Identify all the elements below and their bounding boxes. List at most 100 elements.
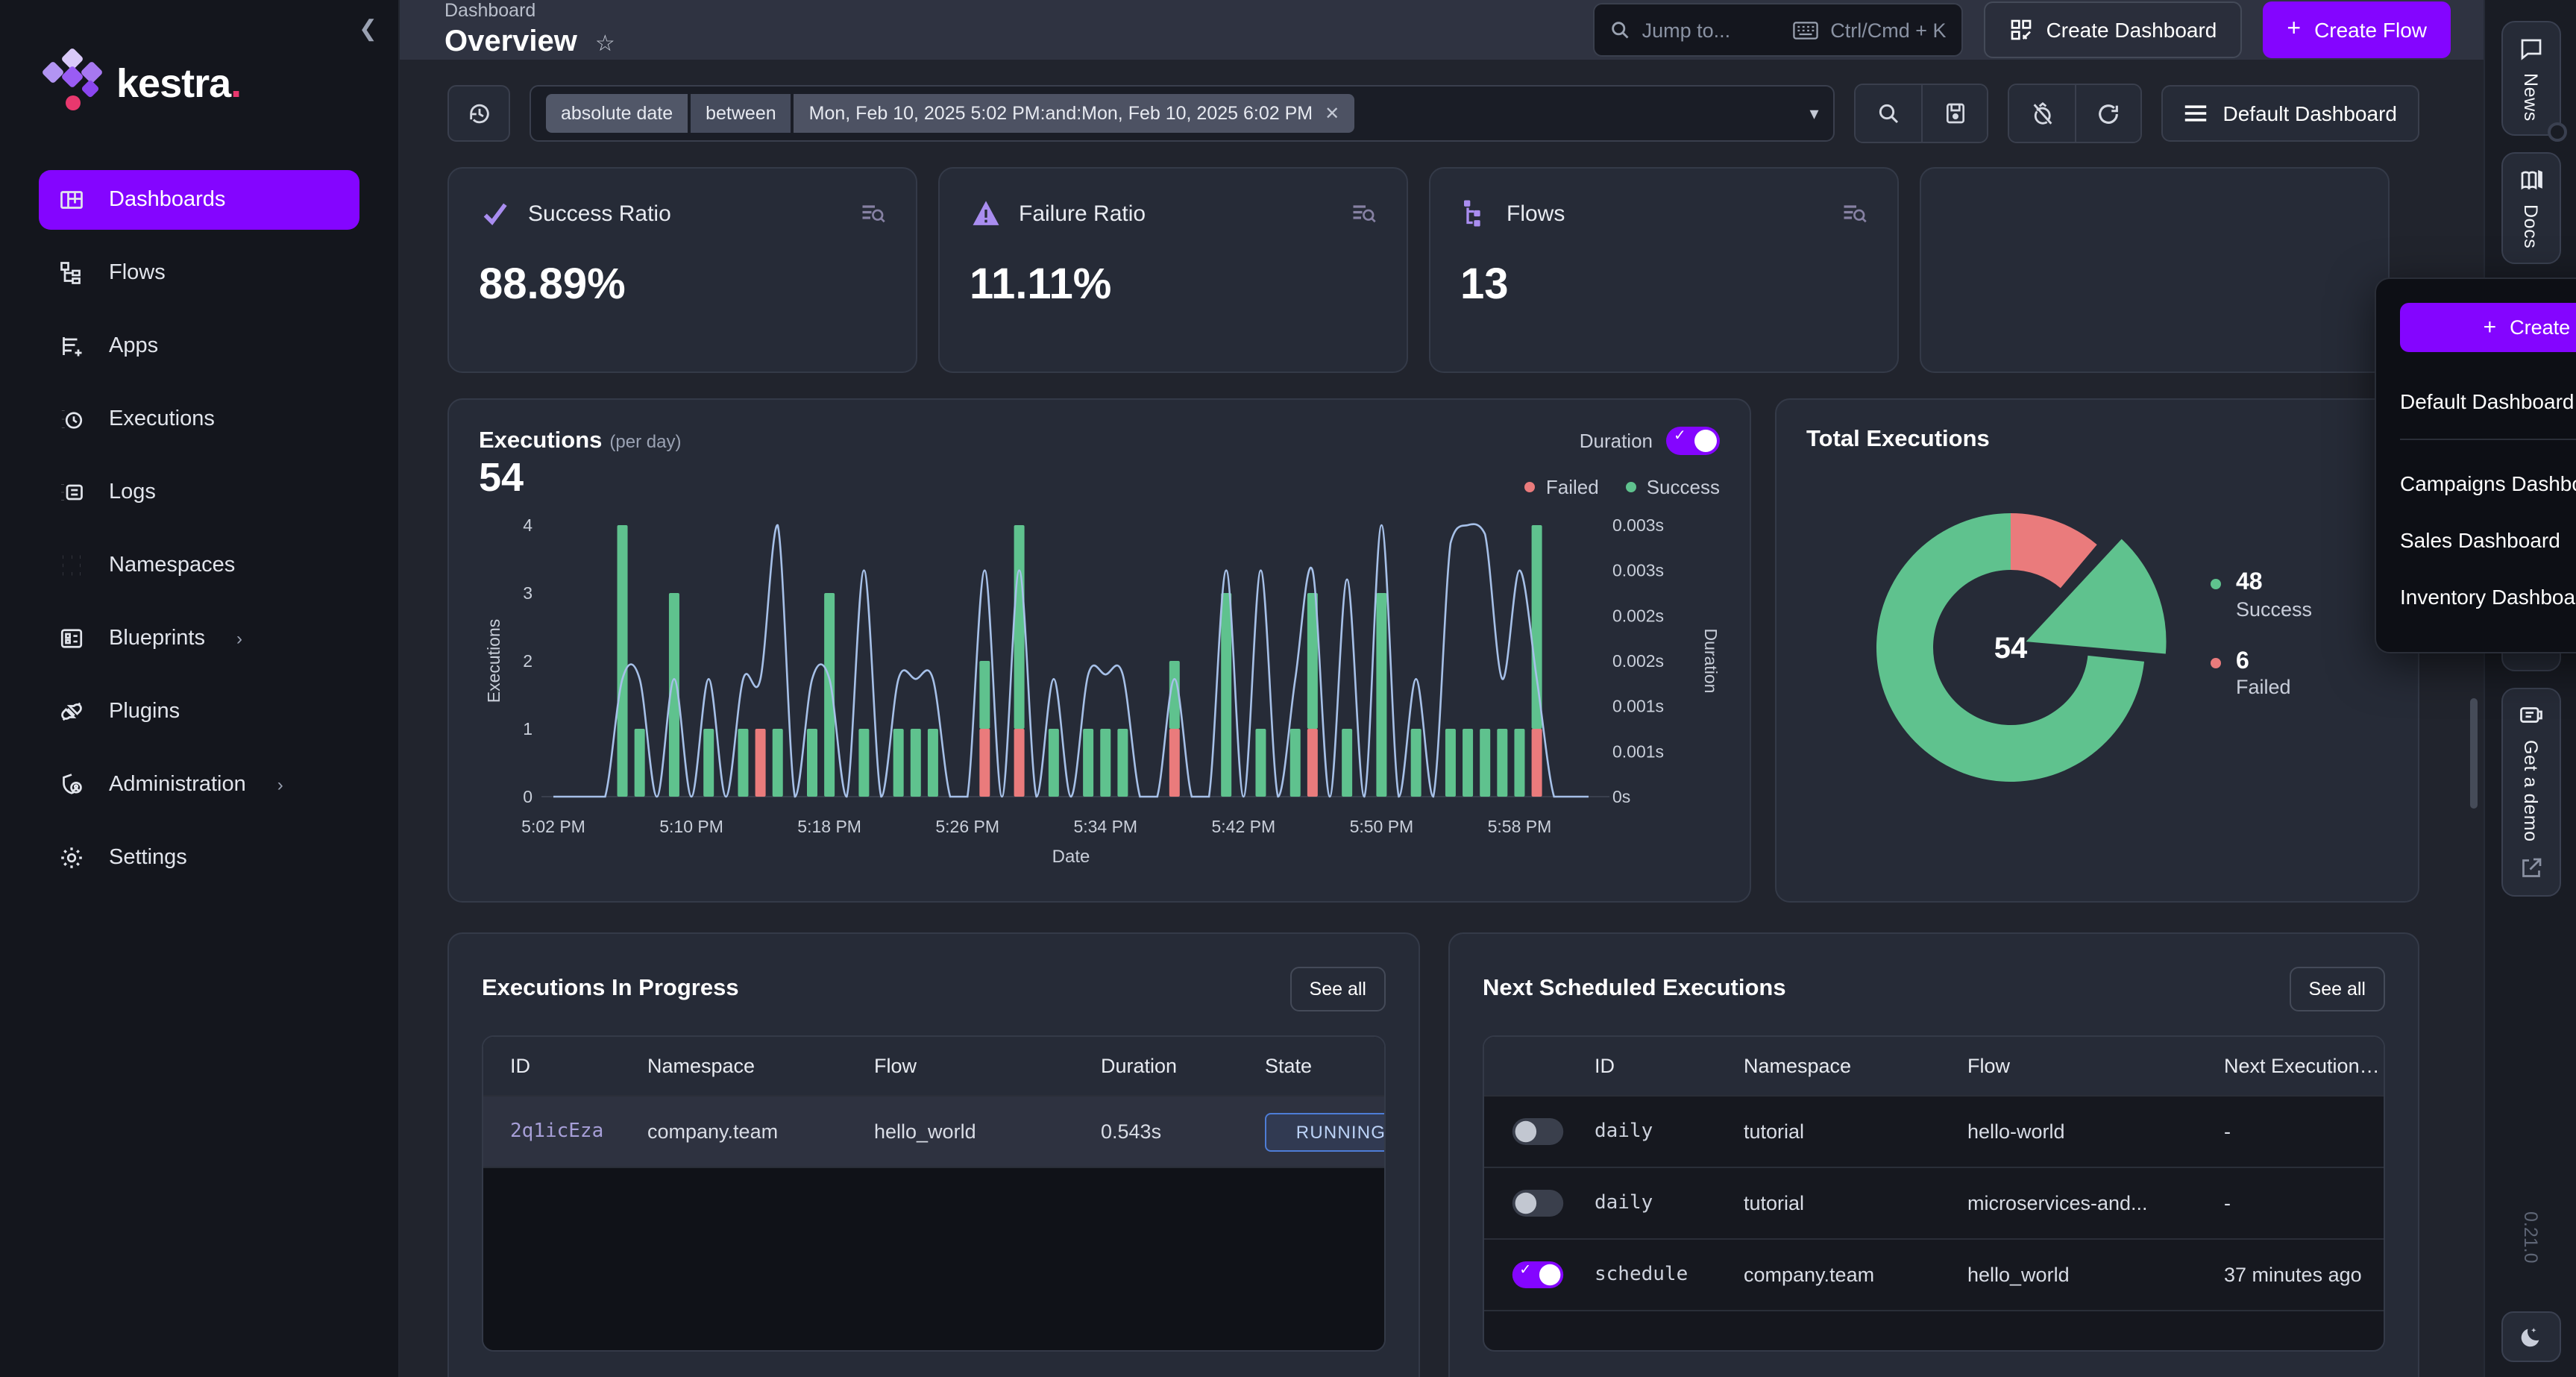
filter-chip-type[interactable]: absolute date	[546, 94, 688, 133]
sidebar-item-executions[interactable]: Executions	[39, 389, 359, 449]
in-progress-table: IDNamespaceFlowDurationState 2q1icEza co…	[482, 1035, 1386, 1352]
create-dashboard-button[interactable]: Create Dashboard	[1984, 1, 2243, 58]
sidebar-item-label: Settings	[109, 846, 187, 870]
version-label: 0.21.0	[2520, 1211, 2541, 1264]
executions-in-progress-panel: Executions In Progress See all IDNamespa…	[447, 932, 1420, 1377]
tables-row: Executions In Progress See all IDNamespa…	[447, 932, 2419, 1377]
check-icon	[479, 198, 512, 228]
sidebar-item-namespaces[interactable]: Namespaces	[39, 536, 359, 595]
sidebar-item-label: Blueprints	[109, 627, 205, 650]
chevron-right-icon: ›	[277, 774, 283, 795]
list-search-icon[interactable]	[859, 200, 886, 227]
alarm-off-icon[interactable]	[2010, 85, 2076, 142]
list-search-icon[interactable]	[1841, 200, 1867, 227]
refresh-icon[interactable]	[2076, 85, 2141, 142]
svg-text:3: 3	[523, 583, 533, 603]
filter-chip-operator[interactable]: between	[691, 94, 791, 133]
sidebar-item-plugins[interactable]: Plugins	[39, 682, 359, 741]
duration-toggle[interactable]: ✓	[1666, 427, 1720, 455]
donut-legend: 48 Success 6 Failed	[2211, 569, 2312, 698]
table-row[interactable]: daily tutorial hello-world -	[1484, 1097, 2384, 1168]
trigger-toggle[interactable]: ✓	[1512, 1261, 1563, 1288]
svg-text:5:02 PM: 5:02 PM	[521, 817, 585, 836]
create-new-dashboard-button[interactable]: + Create new dashboard	[2400, 303, 2576, 352]
total-executions-panel: Total Executions 54 48 Success 6 Failed	[1775, 398, 2419, 903]
sidebar-item-flows[interactable]: Flows	[39, 243, 359, 303]
legend-success[interactable]: Success	[1626, 476, 1720, 498]
filter-chip-value[interactable]: Mon, Feb 10, 2025 5:02 PM:and:Mon, Feb 1…	[794, 94, 1355, 133]
docs-icon	[2517, 168, 2544, 195]
topbar: Dashboard Overview ☆ Jump to... Ctrl/Cmd…	[400, 0, 2484, 60]
trigger-id[interactable]: daily	[1568, 1120, 1717, 1143]
execution-id[interactable]: 2q1icEza	[483, 1120, 621, 1143]
in-progress-see-all-button[interactable]: See all	[1290, 967, 1386, 1011]
chip-clear-icon[interactable]: ✕	[1325, 103, 1339, 124]
plus-icon: +	[2484, 315, 2497, 340]
breadcrumb: Dashboard	[444, 0, 1572, 21]
svg-text:0.002s: 0.002s	[1612, 651, 1664, 671]
sidebar-item-dashboards[interactable]: Dashboards	[39, 170, 359, 230]
flow-cell[interactable]: hello-world	[1941, 1120, 2197, 1143]
sidebar-item-blueprints[interactable]: Blueprints ›	[39, 609, 359, 668]
trigger-toggle[interactable]	[1512, 1118, 1563, 1145]
jump-to-search[interactable]: Jump to... Ctrl/Cmd + K	[1593, 3, 1963, 57]
scrollbar-thumb[interactable]	[2470, 698, 2478, 809]
trigger-toggle[interactable]	[1512, 1190, 1563, 1217]
donut-legend-failed[interactable]: 6 Failed	[2211, 647, 2312, 697]
rail-tab-get-a-demo[interactable]: Get a demo	[2501, 688, 2560, 897]
executions-legend: Failed Success	[1525, 476, 1720, 498]
table-header: IDNamespaceFlowDurationState	[483, 1037, 1384, 1097]
next-date-cell: -	[2197, 1192, 2384, 1214]
duration-cell: 0.543s	[1074, 1120, 1238, 1143]
svg-text:5:42 PM: 5:42 PM	[1212, 817, 1276, 836]
dropdown-item-sales-dashboard[interactable]: Sales Dashboard	[2400, 512, 2576, 568]
table-row[interactable]: daily tutorial microservices-and... -	[1484, 1168, 2384, 1240]
sidebar-item-settings[interactable]: Settings	[39, 828, 359, 888]
sidebar-item-administration[interactable]: Administration ›	[39, 755, 359, 815]
favorite-star-icon[interactable]: ☆	[595, 29, 615, 56]
namespace-cell[interactable]: tutorial	[1717, 1192, 1941, 1214]
rail-tab-news[interactable]: News	[2501, 21, 2560, 137]
table-row[interactable]: ✓ schedule company.team hello_world 37 m…	[1484, 1240, 2384, 1311]
namespaces-icon	[57, 551, 87, 580]
rail-tab-docs[interactable]: Docs	[2501, 153, 2560, 264]
table-row[interactable]: 2q1icEza company.team hello_world 0.543s…	[483, 1097, 1384, 1168]
namespace-cell[interactable]: company.team	[1717, 1264, 1941, 1286]
metric-card-failure-ratio: Failure Ratio 11.11%	[938, 167, 1408, 373]
svg-text:5:10 PM: 5:10 PM	[659, 817, 723, 836]
shortcut-hint: Ctrl/Cmd + K	[1830, 19, 1946, 41]
svg-text:5:50 PM: 5:50 PM	[1350, 817, 1414, 836]
dropdown-item-inventory-dashboard[interactable]: Inventory Dashboard	[2400, 568, 2576, 625]
kestra-logo-mark	[42, 51, 101, 116]
flow-cell[interactable]: microservices-and...	[1941, 1192, 2197, 1214]
create-flow-button[interactable]: + Create Flow	[2263, 1, 2451, 58]
dropdown-item-default-dashboard[interactable]: Default Dashboard	[2400, 373, 2576, 430]
chevron-down-icon[interactable]: ▾	[1809, 103, 1818, 124]
svg-text:0.003s: 0.003s	[1612, 515, 1664, 535]
namespace-cell[interactable]: tutorial	[1717, 1120, 1941, 1143]
metric-card-success-ratio: Success Ratio 88.89%	[447, 167, 917, 373]
filter-save-icon[interactable]	[1922, 85, 1988, 142]
filter-actions	[1855, 84, 1989, 143]
trigger-id[interactable]: schedule	[1568, 1264, 1717, 1286]
sidebar-collapse-icon[interactable]: ❮	[359, 15, 377, 42]
donut-legend-success[interactable]: 48 Success	[2211, 569, 2312, 620]
scheduled-see-all-button[interactable]: See all	[2290, 967, 2385, 1011]
flow-cell[interactable]: hello_world	[847, 1120, 1074, 1143]
legend-failed[interactable]: Failed	[1525, 476, 1599, 498]
trigger-id[interactable]: daily	[1568, 1192, 1717, 1214]
sidebar-item-logs[interactable]: Logs	[39, 462, 359, 522]
filter-search-icon[interactable]	[1856, 85, 1922, 142]
history-icon[interactable]	[447, 85, 510, 142]
filter-input[interactable]: absolute date between Mon, Feb 10, 2025 …	[530, 85, 1835, 142]
dashboard-dropdown-menu: + Create new dashboard Default Dashboard…	[2375, 277, 2576, 653]
dashboard-selector-button[interactable]: Default Dashboard	[2162, 85, 2420, 142]
metric-card-partial	[1920, 167, 2390, 373]
namespace-cell[interactable]: company.team	[621, 1120, 847, 1143]
flow-cell[interactable]: hello_world	[1941, 1264, 2197, 1286]
list-search-icon[interactable]	[1350, 200, 1377, 227]
sidebar-item-apps[interactable]: Apps	[39, 316, 359, 376]
theme-toggle-button[interactable]	[2501, 1311, 2560, 1362]
dropdown-item-campaigns-dashboard[interactable]: Campaigns Dashboard	[2400, 455, 2576, 512]
flow-tree-icon	[1460, 198, 1490, 228]
